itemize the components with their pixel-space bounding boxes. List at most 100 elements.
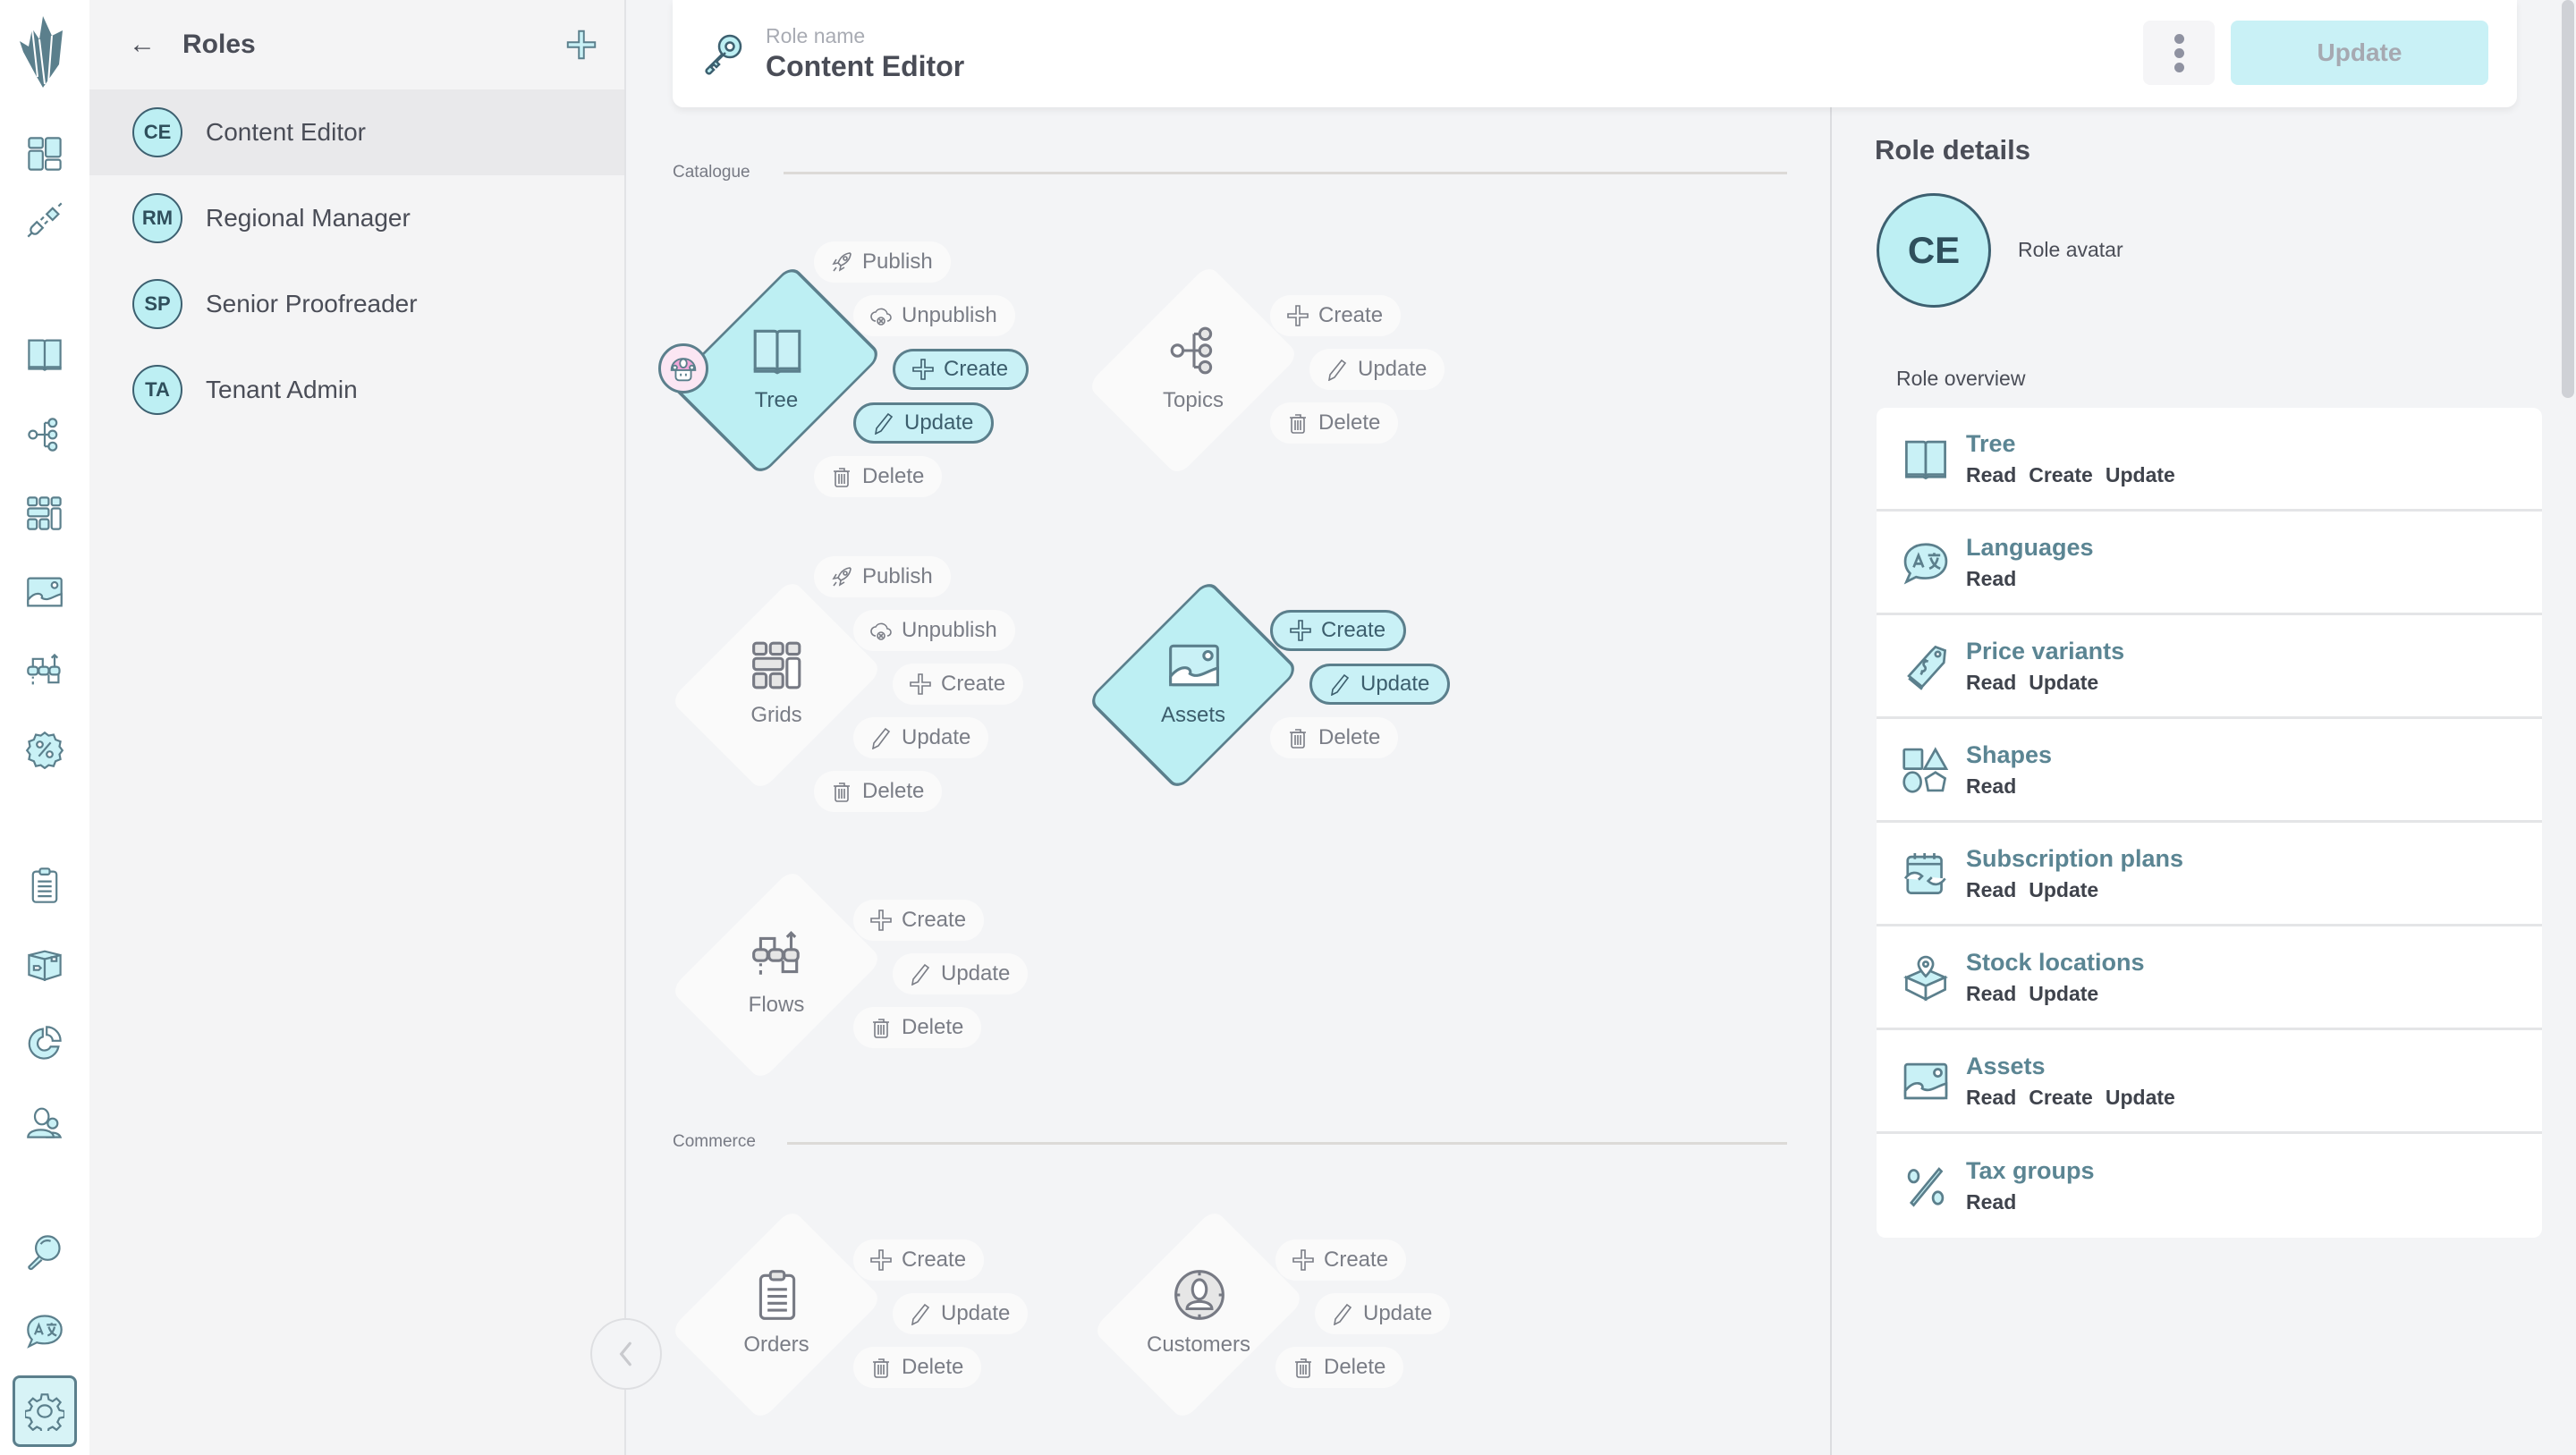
pencil-icon: [909, 962, 932, 986]
permission-label: Delete: [902, 1355, 964, 1379]
permission-toggle-create[interactable]: Create: [1270, 295, 1402, 336]
permission-toggle-publish[interactable]: Publish: [814, 556, 951, 597]
box-icon[interactable]: [23, 943, 66, 986]
permission-label: Update: [902, 725, 971, 749]
resource-node[interactable]: Flows: [670, 868, 883, 1081]
role-item[interactable]: RM Regional Manager: [89, 175, 624, 261]
overview-item[interactable]: Stock locations Read Update: [1877, 926, 2542, 1030]
role-item[interactable]: TA Tenant Admin: [89, 347, 624, 433]
role-details-panel: Role details CE Role avatar Role overvie…: [1830, 0, 2558, 1455]
permission-toggle-create[interactable]: Create: [1275, 1239, 1407, 1281]
permission-toggle-update[interactable]: Update: [893, 1293, 1029, 1334]
overview-item[interactable]: Tax groups Read: [1877, 1134, 2542, 1238]
percent-icon: [1902, 1162, 1950, 1210]
mushroom-icon: [666, 351, 700, 385]
book-icon[interactable]: [23, 333, 66, 376]
node-label: Tree: [754, 388, 799, 412]
role-overview-title: Role overview: [1896, 367, 2026, 390]
role-list: CE Content Editor RM Regional Manager SP Seni…: [89, 89, 624, 433]
settings-icon[interactable]: [13, 1375, 77, 1447]
role-avatar-label: Role avatar: [2018, 238, 2123, 261]
node-label: Assets: [1160, 703, 1226, 727]
image-icon[interactable]: [23, 571, 66, 613]
permission-label: Update: [1360, 672, 1430, 696]
permission-toggle-create[interactable]: Create: [853, 1239, 985, 1281]
permission-toggle-create[interactable]: Create: [1270, 610, 1407, 651]
role-item[interactable]: SP Senior Proofreader: [89, 261, 624, 347]
logo-icon[interactable]: [16, 13, 73, 89]
overview-item[interactable]: Assets Read Create Update: [1877, 1030, 2542, 1134]
overview-item[interactable]: Languages Read: [1877, 512, 2542, 615]
search-icon[interactable]: [23, 1231, 66, 1273]
permission-label: Delete: [1318, 725, 1381, 749]
dashboard-icon[interactable]: [23, 132, 66, 175]
overview-item[interactable]: Subscription plans Read Update: [1877, 823, 2542, 926]
permission-toggle-unpublish[interactable]: Unpublish: [853, 295, 1015, 336]
role-overview-list: Tree Read Create Update Languages Read Price v…: [1877, 408, 2542, 1238]
scrollbar-thumb[interactable]: [2562, 0, 2574, 398]
role-avatar-badge: RM: [132, 193, 182, 243]
permission-toggle-update[interactable]: Update: [1309, 349, 1445, 390]
overview-permission: Create: [2029, 462, 2093, 486]
role-avatar[interactable]: CE: [1877, 193, 1991, 308]
users-icon[interactable]: [23, 1100, 66, 1143]
overview-permission: Read: [1966, 462, 2017, 486]
add-role-button[interactable]: [565, 29, 597, 61]
role-name-field[interactable]: Role name Content Editor: [766, 24, 964, 83]
permission-toggle-update[interactable]: Update: [1309, 664, 1451, 705]
permission-toggle-delete[interactable]: Delete: [853, 1347, 982, 1388]
permission-toggle-create[interactable]: Create: [893, 664, 1024, 705]
role-item[interactable]: CE Content Editor: [89, 89, 624, 175]
role-avatar-badge: CE: [132, 107, 182, 157]
permission-toggle-delete[interactable]: Delete: [853, 1007, 982, 1048]
vertical-scrollbar[interactable]: [2560, 0, 2576, 1455]
back-arrow-icon[interactable]: ←: [129, 30, 182, 60]
role-name-value[interactable]: Content Editor: [766, 50, 964, 83]
resource-node[interactable]: Orders: [670, 1208, 883, 1421]
overview-item-name: Tree: [1966, 429, 2016, 457]
discount-icon[interactable]: [23, 728, 66, 771]
translate-icon[interactable]: [23, 1309, 66, 1352]
permission-toggle-delete[interactable]: Delete: [1270, 402, 1399, 444]
trash-icon: [869, 1016, 893, 1039]
overview-item-name: Tax groups: [1966, 1157, 2095, 1184]
permission-toggle-create[interactable]: Create: [853, 900, 985, 941]
resource-node[interactable]: Topics: [1087, 264, 1300, 477]
permission-toggle-publish[interactable]: Publish: [814, 241, 951, 283]
permission-toggle-delete[interactable]: Delete: [1275, 1347, 1404, 1388]
overview-item-name: Stock locations: [1966, 948, 2145, 976]
permission-toggle-unpublish[interactable]: Unpublish: [853, 610, 1015, 651]
resource-node[interactable]: Assets: [1087, 579, 1300, 791]
overview-item[interactable]: Tree Read Create Update: [1877, 408, 2542, 512]
resource-node[interactable]: Customers: [1092, 1208, 1305, 1421]
resource-node[interactable]: Grids: [670, 579, 883, 791]
flows-icon[interactable]: [23, 649, 66, 692]
overview-item[interactable]: Shapes Read: [1877, 719, 2542, 823]
permission-toggle-update[interactable]: Update: [853, 402, 995, 444]
orders-icon: [750, 1266, 805, 1324]
permission-toggle-update[interactable]: Update: [1315, 1293, 1451, 1334]
permission-toggle-update[interactable]: Update: [893, 953, 1029, 994]
overview-permissions: Read Update: [1966, 878, 2183, 902]
overview-item-name: Assets: [1966, 1052, 2046, 1079]
plus-icon: [1292, 1248, 1315, 1272]
key-icon: [699, 30, 746, 77]
pie-chart-icon[interactable]: [23, 1021, 66, 1064]
overview-permissions: Read Update: [1966, 982, 2145, 1006]
more-options-button[interactable]: [2143, 21, 2215, 85]
clipboard-icon[interactable]: [23, 864, 66, 907]
update-button[interactable]: Update: [2231, 21, 2488, 85]
grid-icon[interactable]: [23, 492, 66, 535]
trash-icon: [830, 780, 853, 803]
plug-icon[interactable]: [23, 199, 66, 241]
overview-item[interactable]: Price variants Read Update: [1877, 615, 2542, 719]
permission-toggle-delete[interactable]: Delete: [814, 771, 943, 812]
permission-toggle-update[interactable]: Update: [853, 717, 989, 758]
permission-label: Create: [1321, 618, 1386, 642]
collapse-panel-button[interactable]: [590, 1318, 662, 1390]
permission-label: Publish: [862, 564, 933, 588]
permission-toggle-delete[interactable]: Delete: [1270, 717, 1399, 758]
topics-icon[interactable]: [23, 413, 66, 456]
permission-toggle-create[interactable]: Create: [893, 349, 1030, 390]
permission-toggle-delete[interactable]: Delete: [814, 456, 943, 497]
